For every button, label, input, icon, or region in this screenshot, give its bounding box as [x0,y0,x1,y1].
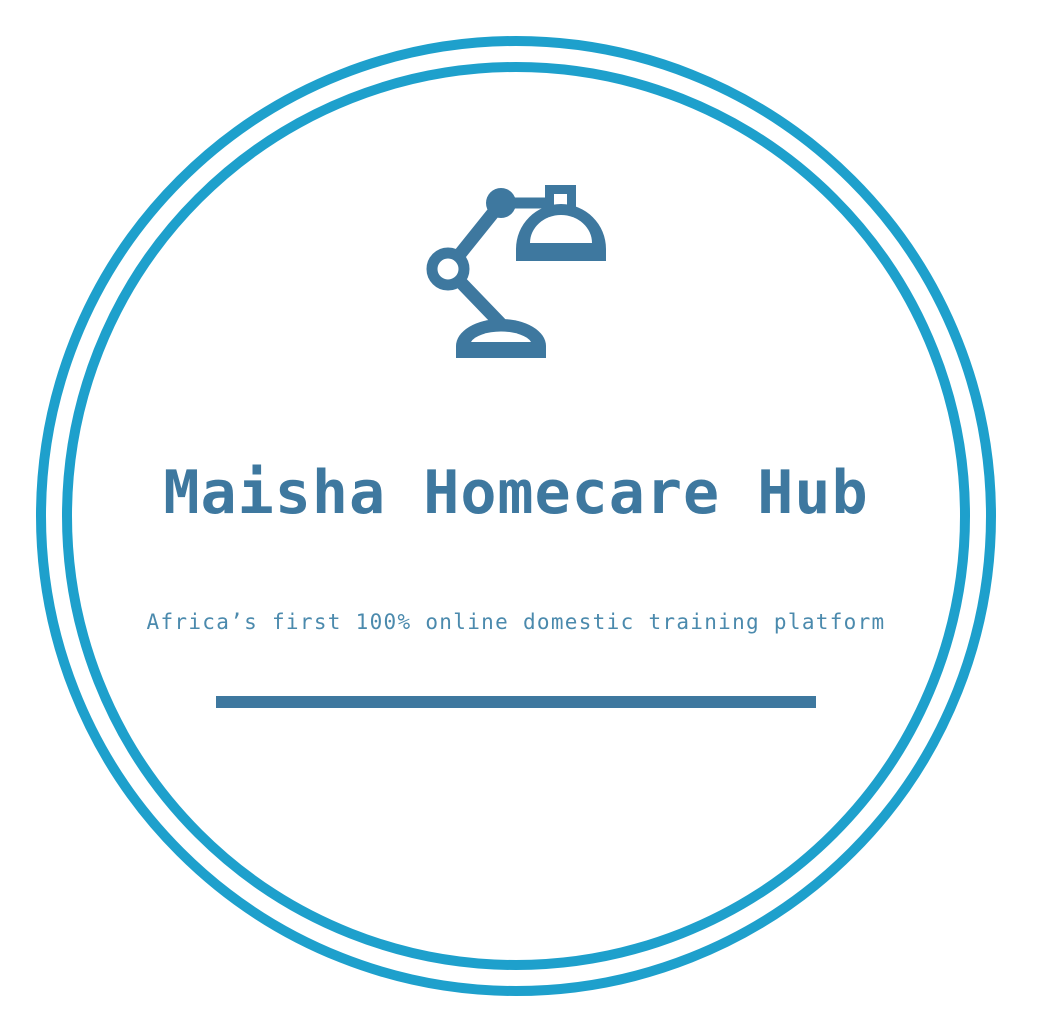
logo-badge: Maisha Homecare Hub Africa’s first 100% … [0,0,1042,1018]
tagline: Africa’s first 100% online domestic trai… [146,610,886,634]
desk-lamp-icon [426,185,606,358]
brand-name: Maisha Homecare Hub [163,458,869,528]
divider-bar [216,696,816,708]
